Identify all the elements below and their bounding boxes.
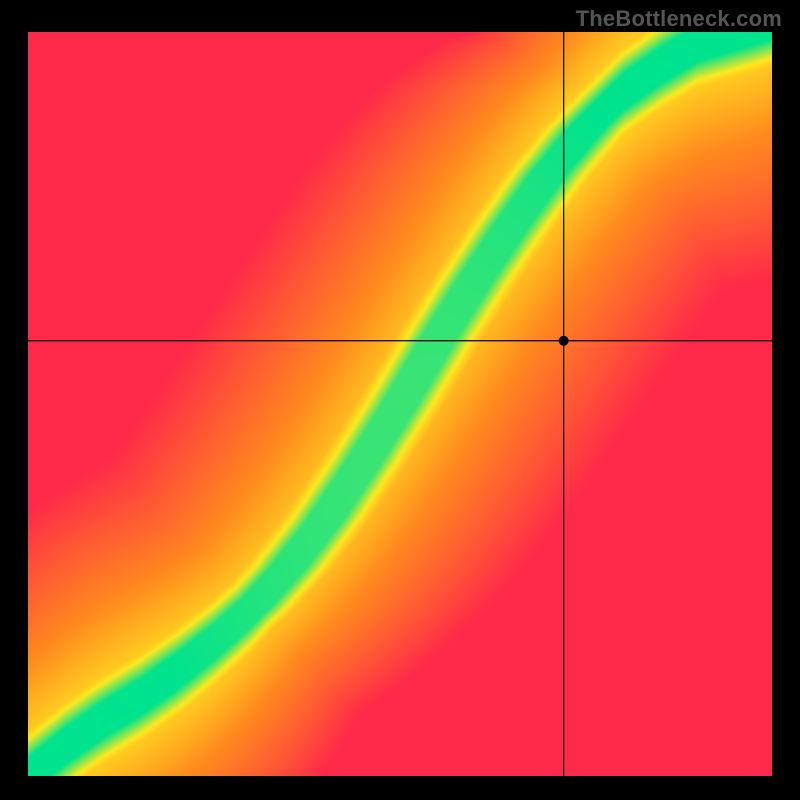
- chart-frame: TheBottleneck.com: [0, 0, 800, 800]
- plot-area: [28, 32, 772, 776]
- heatmap-canvas: [28, 32, 772, 776]
- watermark-text: TheBottleneck.com: [576, 6, 782, 32]
